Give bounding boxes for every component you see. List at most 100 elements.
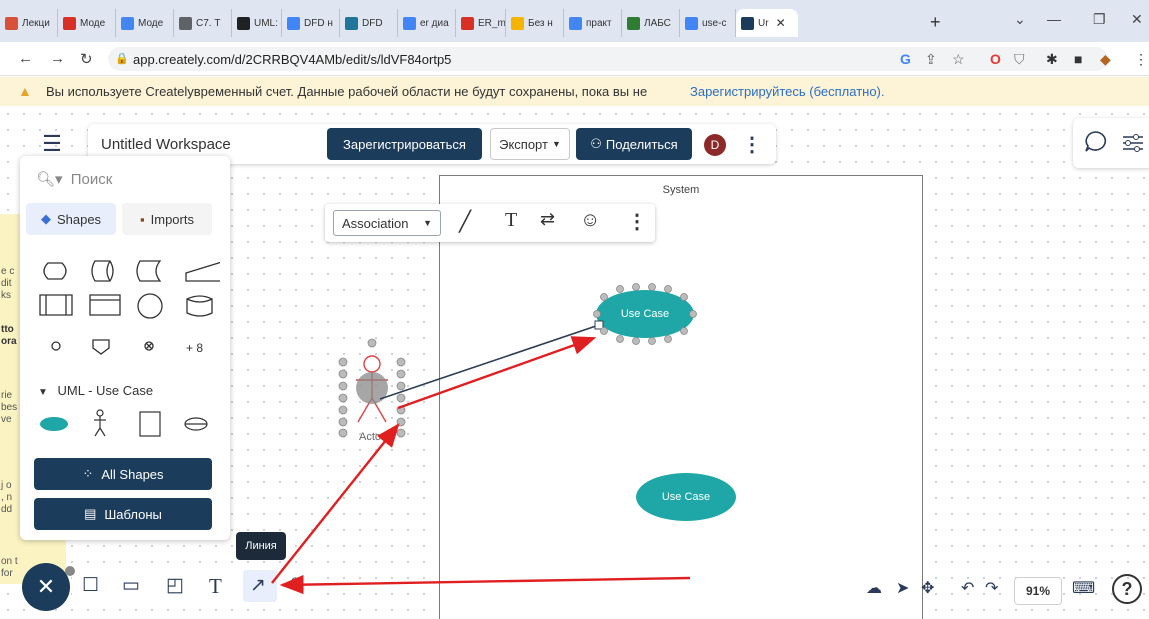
browser-tab-label: Без н	[528, 17, 553, 29]
shape-process	[39, 294, 73, 316]
browser-tab[interactable]: ЛАБС	[622, 9, 680, 37]
close-tab-icon[interactable]: ✕	[776, 16, 786, 30]
google-icon	[121, 16, 134, 30]
browser-tab[interactable]: Ur ✕	[736, 9, 798, 37]
browser-tab[interactable]: Без н	[506, 9, 564, 37]
bottom-toolbar	[72, 570, 324, 604]
use-case-ellipse[interactable]: Use Case	[636, 473, 736, 521]
settings-sliders-icon[interactable]	[1121, 132, 1145, 154]
all-shapes-button[interactable]: ⁘ All Shapes	[34, 458, 212, 490]
redo-icon[interactable]: ↷	[985, 578, 998, 598]
browser-tab[interactable]: use-c	[680, 9, 736, 37]
workspace-title[interactable]: Untitled Workspace	[101, 136, 231, 153]
export-label: Экспорт	[499, 136, 548, 152]
tab-shapes[interactable]: ◆ Shapes	[26, 203, 116, 235]
text-box-tool-icon[interactable]: ▭	[122, 574, 140, 597]
browser-tab[interactable]: DFD н	[282, 9, 340, 37]
pen-tool-icon[interactable]: ✎	[290, 574, 306, 597]
lock-icon[interactable]: 🔒	[115, 52, 129, 65]
reload-icon[interactable]: ↻	[80, 50, 93, 68]
text-tool-icon[interactable]: T	[209, 574, 222, 599]
templates-button[interactable]: ▤ Шаблоны	[34, 498, 212, 530]
bookmark-star-icon[interactable]: ☆	[952, 51, 965, 68]
line-type-select[interactable]: Association ▼	[333, 210, 441, 236]
browser-tab[interactable]: Моде	[58, 9, 116, 37]
google-translate-icon[interactable]: G	[900, 51, 911, 67]
color-palette-icon[interactable]: ☺	[580, 209, 600, 232]
cloud-saved-icon[interactable]: ☁	[866, 578, 882, 598]
temporary-account-banner: ▲ Вы используете Createlyвременный счет.…	[0, 77, 1149, 106]
browser-tab[interactable]: er диа	[398, 9, 456, 37]
shape-direct-data	[91, 260, 114, 282]
line-type-value: Association	[342, 215, 409, 231]
warning-icon: ▲	[18, 83, 32, 99]
share-page-icon[interactable]: ⇪	[925, 51, 937, 68]
zoom-level[interactable]: 91%	[1014, 577, 1062, 605]
shape-off-page	[92, 339, 110, 355]
line-style-icon[interactable]: ╱	[459, 209, 471, 234]
sidebar-icon[interactable]: ■	[1074, 51, 1082, 67]
help-button[interactable]: ?	[1112, 574, 1142, 604]
pan-move-icon[interactable]: ✥	[921, 578, 934, 598]
browser-menu-icon[interactable]: ⋮	[1134, 51, 1148, 68]
address-bar: ← → ↻ 🔒 app.creately.com/d/2CRRBQV4AMb/e…	[0, 42, 1149, 76]
browser-tab[interactable]: ER_m	[456, 9, 506, 37]
uml-use-case-section[interactable]: ▼ UML - Use Case	[38, 383, 153, 398]
browser-tab[interactable]: UML:	[232, 9, 282, 37]
back-icon[interactable]: ←	[18, 50, 33, 67]
restore-icon[interactable]: ❐	[1093, 11, 1106, 28]
browser-tab[interactable]: практ	[564, 9, 622, 37]
share-label: Поделиться	[605, 136, 678, 152]
close-fab-button[interactable]: ✕	[22, 563, 70, 611]
close-window-icon[interactable]: ✕	[1131, 11, 1143, 28]
swap-direction-icon[interactable]: ⇄	[540, 209, 555, 230]
avatar[interactable]: D	[704, 134, 726, 156]
help-note-text: ve	[1, 414, 12, 425]
text-icon[interactable]: T	[505, 209, 517, 232]
more-options-icon[interactable]: ⋮	[627, 209, 647, 234]
minimize-icon[interactable]: —	[1047, 11, 1061, 27]
help-note-text: tto	[1, 324, 14, 335]
system-label: System	[662, 184, 700, 196]
extensions-puzzle-icon[interactable]: ✱	[1046, 51, 1058, 68]
comment-icon[interactable]	[1083, 130, 1107, 154]
forward-icon[interactable]: →	[50, 50, 65, 67]
line-tool-icon[interactable]: ↗	[250, 574, 266, 597]
browser-tab-label: Моде	[138, 17, 164, 29]
shape-internal-storage	[89, 294, 121, 316]
help-note-text: j o	[1, 480, 12, 491]
register-button[interactable]: Зарегистрироваться	[327, 128, 482, 160]
tab-imports[interactable]: ▪ Imports	[122, 203, 212, 235]
share-button[interactable]: ⚇ Поделиться	[576, 128, 692, 160]
keyboard-shortcuts-icon[interactable]: ⌨	[1072, 578, 1095, 598]
help-note-text: e c	[1, 266, 15, 277]
help-note-text: on t	[1, 556, 18, 567]
shape-manual-input	[185, 261, 220, 282]
use-case-ellipse-selected[interactable]: Use Case	[596, 290, 694, 338]
browser-tab[interactable]: Лекци	[0, 9, 58, 37]
export-button[interactable]: Экспорт ▼	[490, 128, 570, 160]
pdf-icon	[461, 16, 474, 30]
sticky-note-tool-icon[interactable]: ◰	[166, 574, 184, 597]
new-tab-icon[interactable]: +	[930, 12, 941, 33]
google-icon	[403, 16, 416, 30]
tab-imports-label: Imports	[150, 211, 194, 227]
rectangle-tool-icon[interactable]: ☐	[82, 574, 99, 597]
red-diamond-icon	[5, 16, 18, 30]
tab-search-icon[interactable]: ⌄	[1014, 11, 1026, 28]
register-link[interactable]: Зарегистрируйтесь (бесплатно).	[690, 84, 885, 99]
undo-icon[interactable]: ↶	[961, 578, 974, 598]
shape-search-input[interactable]: 🔍︎▾ Поиск	[36, 170, 112, 188]
people-icon: ⚇	[590, 136, 602, 151]
browser-tab[interactable]: DFD	[340, 9, 398, 37]
select-pointer-icon[interactable]: ➤	[896, 578, 909, 598]
template-icon: ▤	[84, 506, 97, 521]
more-options-icon[interactable]: ⋮	[742, 132, 762, 157]
tab-list: Лекци Моде Моде С7. Т UML: DFD н DFD er диа ER_m…	[0, 9, 798, 37]
shield-ext-icon[interactable]: ⛉	[1014, 51, 1025, 68]
more-shapes-button[interactable]: + 8	[186, 341, 203, 355]
browser-tab[interactable]: С7. Т	[174, 9, 232, 37]
browser-tab[interactable]: Моде	[116, 9, 174, 37]
profile-ext-icon[interactable]: ◆	[1100, 51, 1111, 68]
opera-ext-icon[interactable]: O	[990, 51, 1001, 67]
